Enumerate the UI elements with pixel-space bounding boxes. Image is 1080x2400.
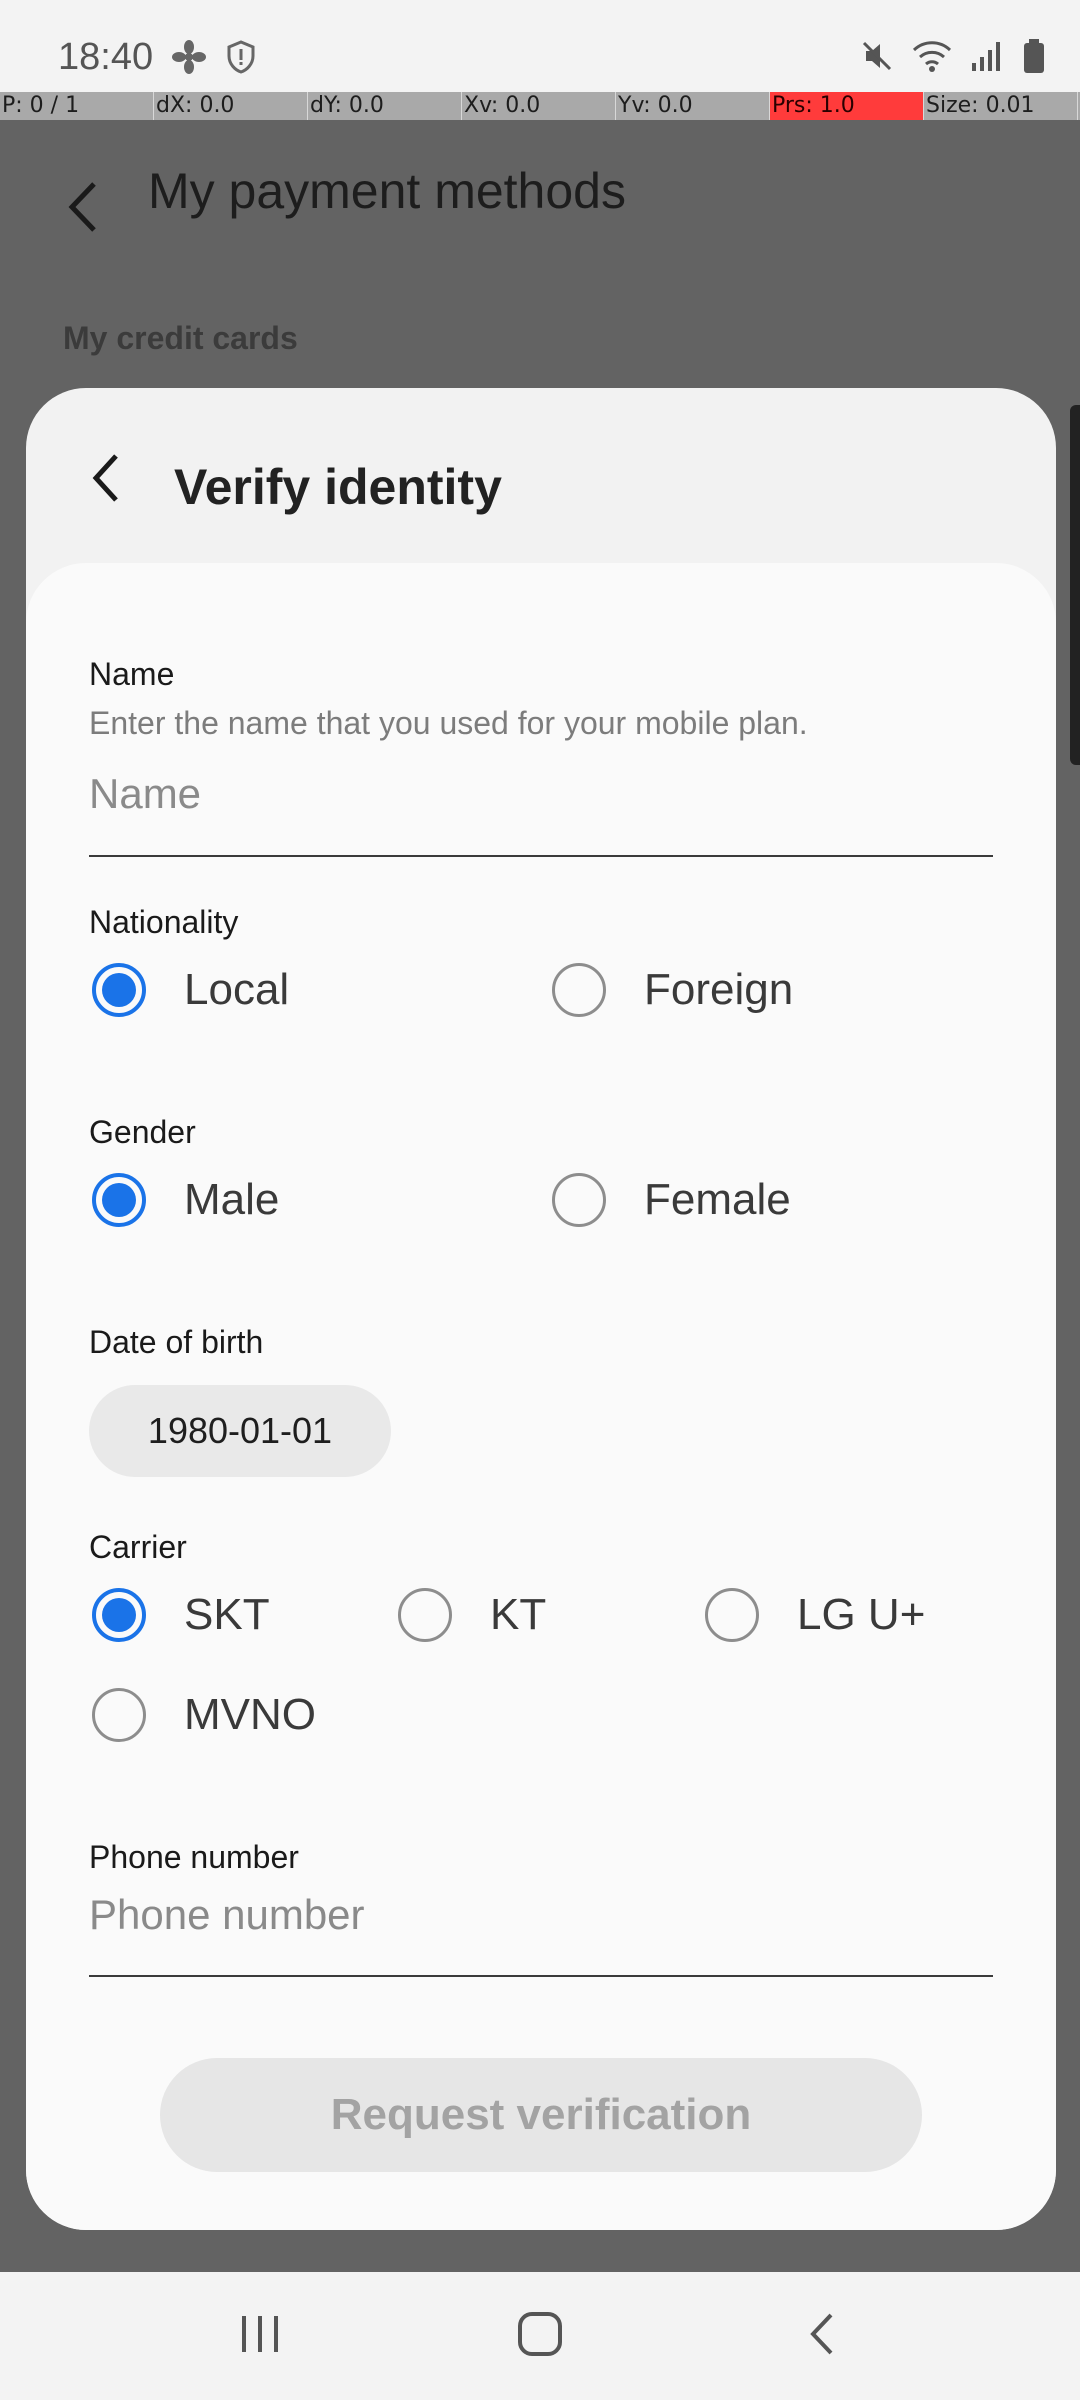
nationality-label: Nationality: [89, 904, 239, 940]
status-time: 18:40: [58, 36, 154, 78]
carrier-skt-radio[interactable]: SKT: [92, 1588, 270, 1642]
radio-label: KT: [490, 1590, 547, 1639]
carrier-lgu-radio[interactable]: LG U+: [705, 1588, 925, 1642]
debug-dy: dY: 0.0: [308, 92, 462, 120]
gender-label: Gender: [89, 1114, 196, 1150]
status-bar: 18:40: [0, 0, 1080, 92]
request-verification-button[interactable]: Request verification: [160, 2058, 922, 2172]
name-input-underline: [89, 855, 993, 857]
phone-input-underline: [89, 1975, 993, 1977]
debug-size: Size: 0.01: [924, 92, 1078, 120]
section-heading: My credit cards: [63, 320, 298, 356]
radio-label: Local: [184, 965, 290, 1014]
mute-icon: [860, 39, 894, 78]
back-arrow-icon[interactable]: [60, 172, 104, 242]
debug-yv: Yv: 0.0: [616, 92, 770, 120]
battery-icon: [1022, 38, 1046, 79]
signal-icon: [970, 39, 1004, 78]
status-right-icons: [860, 38, 1046, 79]
radio-checked-icon: [92, 1588, 146, 1642]
carrier-mvno-radio[interactable]: MVNO: [92, 1688, 316, 1742]
name-input[interactable]: Name: [89, 770, 993, 818]
carrier-label: Carrier: [89, 1529, 187, 1565]
radio-checked-icon: [92, 963, 146, 1017]
recents-button[interactable]: [160, 2272, 360, 2400]
nationality-foreign-radio[interactable]: Foreign: [552, 963, 793, 1017]
radio-checked-icon: [92, 1173, 146, 1227]
nationality-local-radio[interactable]: Local: [92, 963, 289, 1017]
sheet-title: Verify identity: [174, 459, 502, 515]
debug-xv: Xv: 0.0: [462, 92, 616, 120]
verify-identity-sheet: Verify identity Name Enter the name that…: [26, 388, 1056, 2230]
fan-icon: [172, 40, 206, 79]
radio-unchecked-icon: [552, 1173, 606, 1227]
debug-pressure: Prs: 1.0: [770, 92, 924, 120]
shield-icon: [226, 40, 256, 79]
gender-female-radio[interactable]: Female: [552, 1173, 791, 1227]
pointer-debug-bar: P: 0 / 1 dX: 0.0 dY: 0.0 Xv: 0.0 Yv: 0.0…: [0, 92, 1080, 120]
scrollbar[interactable]: [1070, 405, 1080, 765]
identity-form: Name Enter the name that you used for yo…: [26, 563, 1056, 2230]
radio-label: SKT: [184, 1590, 270, 1639]
home-icon: [517, 2311, 563, 2362]
system-nav-bar: [0, 2272, 1080, 2400]
name-helper-text: Enter the name that you used for your mo…: [89, 705, 808, 741]
phone-input[interactable]: Phone number: [89, 1891, 993, 1939]
name-label: Name: [89, 656, 175, 692]
radio-label: Foreign: [644, 965, 794, 1014]
dob-picker-button[interactable]: 1980-01-01: [89, 1385, 391, 1477]
radio-unchecked-icon: [552, 963, 606, 1017]
wifi-icon: [912, 39, 952, 78]
debug-dx: dX: 0.0: [154, 92, 308, 120]
back-icon: [807, 2311, 837, 2362]
carrier-kt-radio[interactable]: KT: [398, 1588, 546, 1642]
radio-label: MVNO: [184, 1690, 316, 1739]
back-arrow-icon[interactable]: [86, 448, 126, 508]
radio-unchecked-icon: [705, 1588, 759, 1642]
gender-male-radio[interactable]: Male: [92, 1173, 279, 1227]
radio-label: Female: [644, 1175, 791, 1224]
home-button[interactable]: [440, 2272, 640, 2400]
debug-pointer-count: P: 0 / 1: [0, 92, 154, 120]
radio-unchecked-icon: [92, 1688, 146, 1742]
radio-unchecked-icon: [398, 1588, 452, 1642]
dob-label: Date of birth: [89, 1324, 264, 1360]
radio-label: Male: [184, 1175, 280, 1224]
phone-label: Phone number: [89, 1839, 299, 1875]
radio-label: LG U+: [797, 1590, 926, 1639]
recents-icon: [238, 2314, 282, 2359]
status-left-icons: [172, 40, 256, 79]
page-title: My payment methods: [148, 163, 626, 219]
back-button[interactable]: [722, 2272, 922, 2400]
